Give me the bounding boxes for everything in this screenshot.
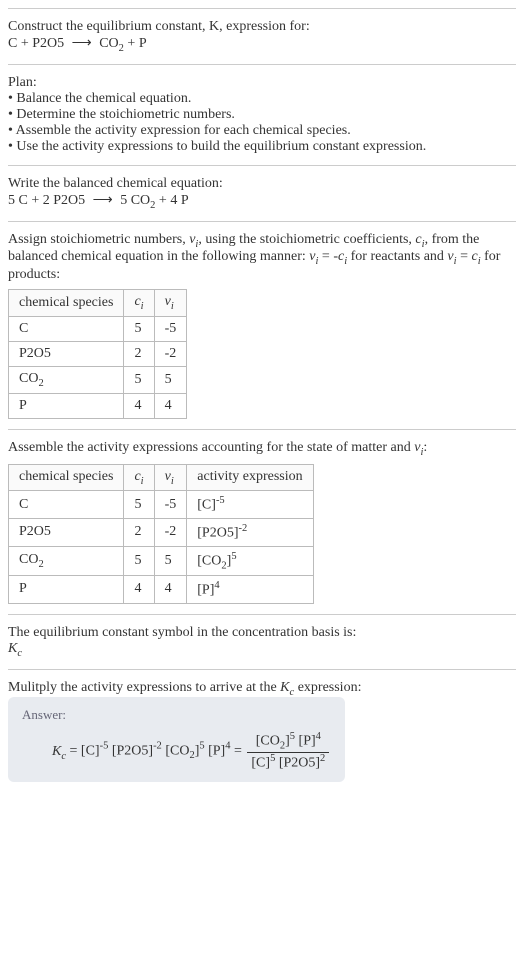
cell-v: 5	[154, 366, 187, 393]
assign-part: , using the stoichiometric coefficients,	[198, 232, 415, 247]
assign-section: Assign stoichiometric numbers, νi , using…	[8, 221, 516, 429]
col-activity: activity expression	[187, 464, 313, 491]
assign-part: Assign stoichiometric numbers,	[8, 232, 189, 247]
col-vi: νi	[154, 290, 187, 317]
cell-c: 5	[124, 316, 154, 341]
plan-item: • Determine the stoichiometric numbers.	[8, 107, 516, 123]
cell-v: 4	[154, 393, 187, 418]
cell-species: CO2	[9, 366, 124, 393]
plan-item-text: Balance the chemical equation.	[16, 91, 191, 106]
table-row: P2O5 2 -2	[9, 341, 187, 366]
col-vi: νi	[154, 464, 187, 491]
cell-species: P2O5	[9, 519, 124, 547]
balanced-heading: Write the balanced chemical equation:	[8, 176, 516, 192]
intro-line1: Construct the equilibrium constant, K, e…	[8, 19, 516, 35]
cell-c: 5	[124, 491, 154, 519]
cell-species: C	[9, 316, 124, 341]
cell-c: 4	[124, 576, 154, 604]
answer-label: Answer:	[22, 707, 331, 723]
cell-species: P	[9, 393, 124, 418]
answer-equation: Kc = [C]-5 [P2O5]-2 [CO2]5 [P]4 = [CO2]5…	[22, 731, 331, 771]
cell-activity: [C]-5	[187, 491, 313, 519]
balanced-equation: 5 C + 2 P2O5 ⟶ 5 CO2 + 4 P	[8, 192, 516, 211]
cell-v: 4	[154, 576, 187, 604]
plan-item: • Use the activity expressions to build …	[8, 139, 516, 155]
table-row: C 5 -5	[9, 316, 187, 341]
activity-table: chemical species ci νi activity expressi…	[8, 464, 314, 604]
cell-c: 2	[124, 341, 154, 366]
plan-item-text: Assemble the activity expression for eac…	[16, 123, 351, 138]
table-row: P2O5 2 -2 [P2O5]-2	[9, 519, 314, 547]
plan-item: • Balance the chemical equation.	[8, 91, 516, 107]
table-row: P 4 4 [P]4	[9, 576, 314, 604]
cell-species: C	[9, 491, 124, 519]
cell-v: -2	[154, 341, 187, 366]
cell-v: 5	[154, 546, 187, 575]
plan-section: Plan: • Balance the chemical equation. •…	[8, 64, 516, 165]
assemble-text: Assemble the activity expressions accoun…	[8, 440, 516, 458]
stoich-table: chemical species ci νi C 5 -5 P2O5 2 -2 …	[8, 289, 187, 419]
symbol-section: The equilibrium constant symbol in the c…	[8, 614, 516, 669]
multiply-section: Mulitply the activity expressions to arr…	[8, 669, 516, 792]
plan-heading: Plan:	[8, 75, 516, 91]
plan-item: • Assemble the activity expression for e…	[8, 123, 516, 139]
table-row: CO2 5 5 [CO2]5	[9, 546, 314, 575]
cell-c: 2	[124, 519, 154, 547]
multiply-part: expression:	[294, 680, 361, 695]
assign-part: for reactants and	[347, 249, 447, 264]
cell-activity: [P]4	[187, 576, 313, 604]
symbol-kc: Kc	[8, 641, 516, 659]
unbalanced-equation: C + P2O5 ⟶ CO2 + P	[8, 35, 516, 54]
assemble-part: Assemble the activity expressions accoun…	[8, 440, 414, 455]
cell-v: -5	[154, 316, 187, 341]
table-row: P 4 4	[9, 393, 187, 418]
cell-species: P2O5	[9, 341, 124, 366]
cell-c: 5	[124, 546, 154, 575]
cell-v: -2	[154, 519, 187, 547]
answer-box: Answer: Kc = [C]-5 [P2O5]-2 [CO2]5 [P]4 …	[8, 697, 345, 781]
col-species: chemical species	[9, 290, 124, 317]
cell-species: P	[9, 576, 124, 604]
cell-c: 5	[124, 366, 154, 393]
multiply-part: Mulitply the activity expressions to arr…	[8, 680, 280, 695]
cell-c: 4	[124, 393, 154, 418]
cell-activity: [CO2]5	[187, 546, 313, 575]
cell-v: -5	[154, 491, 187, 519]
plan-item-text: Use the activity expressions to build th…	[16, 139, 426, 154]
intro-section: Construct the equilibrium constant, K, e…	[8, 8, 516, 64]
cell-species: CO2	[9, 546, 124, 575]
cell-activity: [P2O5]-2	[187, 519, 313, 547]
col-ci: ci	[124, 290, 154, 317]
col-species: chemical species	[9, 464, 124, 491]
symbol-text: The equilibrium constant symbol in the c…	[8, 625, 516, 641]
table-header-row: chemical species ci νi	[9, 290, 187, 317]
assign-text: Assign stoichiometric numbers, νi, using…	[8, 232, 516, 284]
table-row: CO2 5 5	[9, 366, 187, 393]
col-ci: ci	[124, 464, 154, 491]
table-header-row: chemical species ci νi activity expressi…	[9, 464, 314, 491]
assemble-section: Assemble the activity expressions accoun…	[8, 429, 516, 614]
multiply-text: Mulitply the activity expressions to arr…	[8, 680, 516, 698]
plan-item-text: Determine the stoichiometric numbers.	[16, 107, 235, 122]
balanced-section: Write the balanced chemical equation: 5 …	[8, 165, 516, 221]
table-row: C 5 -5 [C]-5	[9, 491, 314, 519]
